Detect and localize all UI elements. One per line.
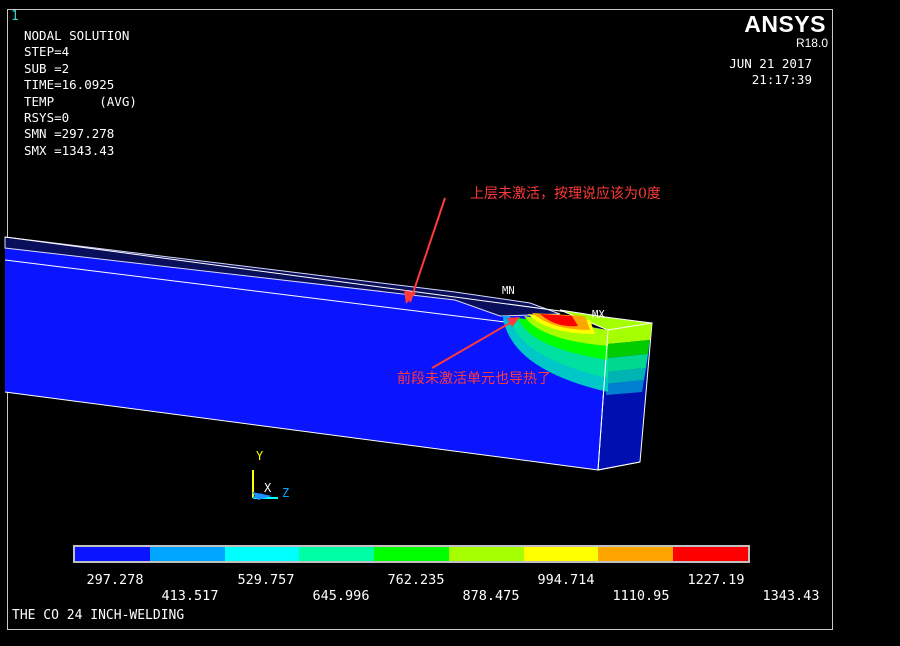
legend-value-9: 1227.19 (687, 572, 745, 588)
axis-y-label: Y (256, 449, 264, 463)
axis-x-label: X (264, 481, 272, 495)
legend-swatch-7 (523, 547, 599, 561)
annotation-bottom: 前段未激活单元也导热了 (397, 371, 551, 387)
min-marker-label: MN (502, 285, 515, 297)
legend-value-6: 878.475 (462, 588, 520, 604)
legend-value-2: 413.517 (161, 588, 219, 604)
annotation-top: 上层未激活，按理说应该为0度 (470, 186, 661, 202)
legend-swatch-9 (673, 547, 749, 561)
max-marker-label: MX (592, 309, 605, 321)
color-legend-bar (73, 545, 750, 563)
legend-swatch-2 (149, 547, 225, 561)
legend-swatch-8 (598, 547, 674, 561)
legend-value-3: 529.757 (237, 572, 295, 588)
annotation-arrow-top (409, 197, 446, 303)
axis-z-label: Z (282, 486, 290, 500)
legend-swatch-1 (75, 547, 150, 561)
legend-value-5: 762.235 (387, 572, 445, 588)
legend-value-10: 1343.43 (762, 588, 820, 604)
legend-swatch-4 (299, 547, 375, 561)
legend-swatch-6 (448, 547, 524, 561)
legend-swatch-5 (374, 547, 449, 561)
legend-swatch-3 (224, 547, 300, 561)
legend-value-4: 645.996 (312, 588, 370, 604)
legend-value-8: 1110.95 (612, 588, 670, 604)
legend-value-7: 994.714 (537, 572, 595, 588)
legend-value-1: 297.278 (86, 572, 144, 588)
